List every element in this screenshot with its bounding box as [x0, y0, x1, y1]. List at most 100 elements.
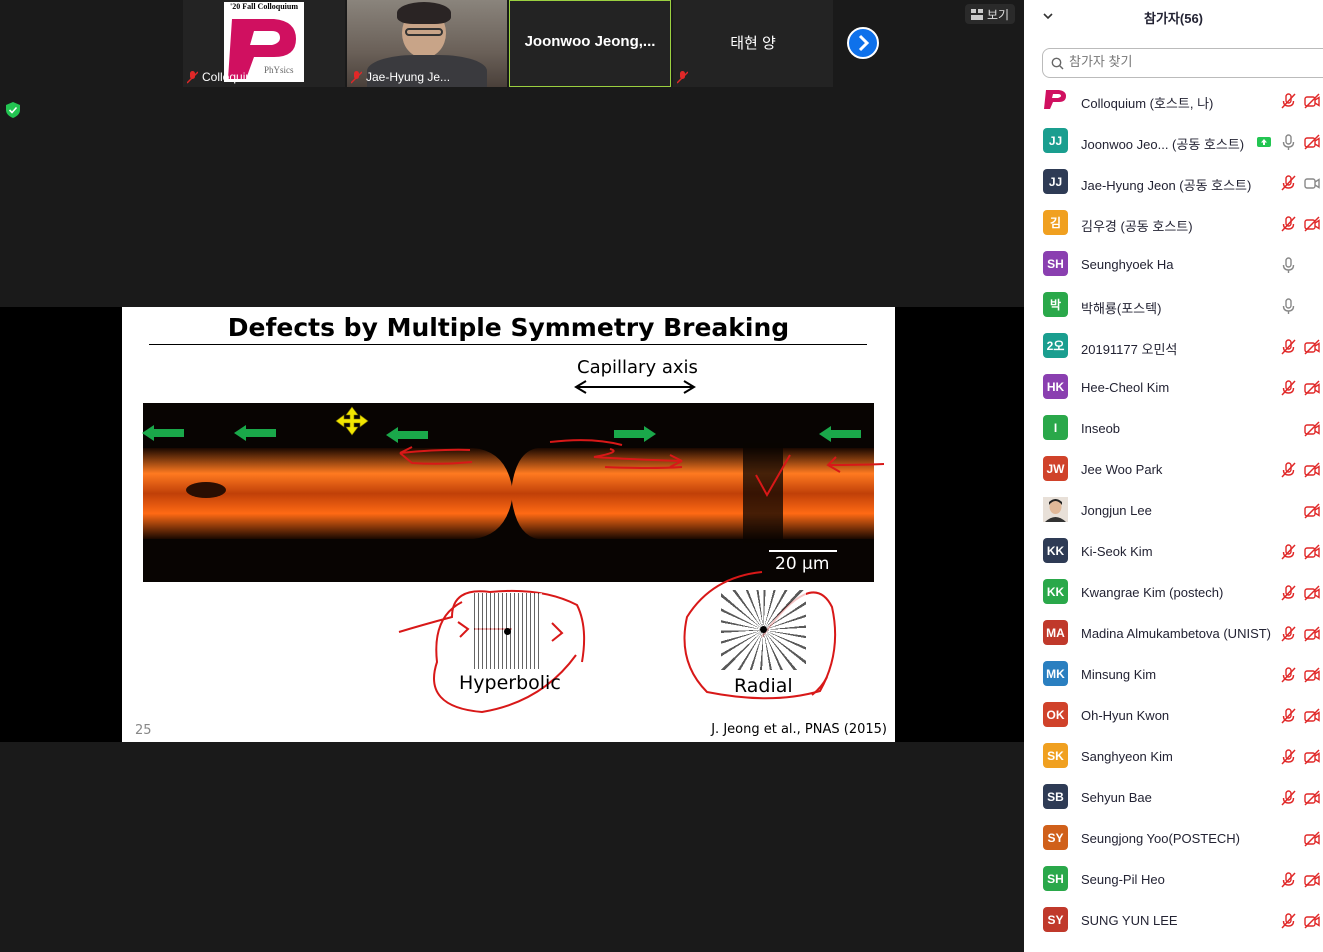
avatar: MK: [1043, 661, 1068, 686]
camera-off-icon[interactable]: [1304, 626, 1320, 642]
avatar-photo: [1043, 497, 1068, 522]
participant-row[interactable]: JW Jee Woo Park: [1024, 450, 1323, 491]
avatar-logo: [1043, 87, 1068, 112]
hyperbolic-label: Hyperbolic: [459, 672, 561, 694]
participant-row[interactable]: 박 박해룡(포스텍): [1024, 286, 1323, 327]
participant-name: Seunghyoek Ha: [1081, 257, 1174, 272]
slide-page: Defects by Multiple Symmetry Breaking Ca…: [122, 307, 895, 742]
participant-row[interactable]: KK Kwangrae Kim (postech): [1024, 573, 1323, 614]
participant-name: Jae-Hyung Jeon (공동 호스트): [1081, 178, 1252, 193]
participant-row[interactable]: JJ Joonwoo Jeo... (공동 호스트): [1024, 122, 1323, 163]
participant-row[interactable]: SK Sanghyeon Kim: [1024, 737, 1323, 778]
mic-icon[interactable]: [1280, 134, 1296, 150]
mic-icon[interactable]: [1280, 298, 1296, 314]
avatar: KK: [1043, 579, 1068, 604]
avatar: SH: [1043, 251, 1068, 276]
camera-off-icon[interactable]: [1304, 93, 1320, 109]
mic-off-icon[interactable]: [1280, 872, 1296, 888]
mic-off-icon: [676, 71, 689, 84]
camera-off-icon[interactable]: [1304, 380, 1320, 396]
mic-off-icon[interactable]: [1280, 913, 1296, 929]
video-thumb-jae-hyung[interactable]: Jae-Hyung Je...: [347, 0, 507, 87]
mic-off-icon[interactable]: [1280, 585, 1296, 601]
participant-name: Seungjong Yoo(POSTECH): [1081, 831, 1240, 846]
camera-off-icon[interactable]: [1304, 421, 1320, 437]
participant-name: 20191177 오민석: [1081, 342, 1178, 357]
mic-off-icon[interactable]: [1280, 790, 1296, 806]
avatar: SK: [1043, 743, 1068, 768]
participant-row[interactable]: SY SUNG YUN LEE: [1024, 901, 1323, 942]
participant-row[interactable]: OK Oh-Hyun Kwon: [1024, 696, 1323, 737]
participant-row[interactable]: 2오 20191177 오민석: [1024, 327, 1323, 368]
mic-off-icon[interactable]: [1280, 544, 1296, 560]
mic-off-icon[interactable]: [1280, 462, 1296, 478]
grid-view-icon: [971, 8, 983, 20]
security-shield-icon[interactable]: [6, 102, 20, 118]
mic-off-icon[interactable]: [1280, 175, 1296, 191]
camera-off-icon[interactable]: [1304, 134, 1320, 150]
thumb-mic-taehyun: [676, 71, 689, 84]
video-thumb-joonwoo[interactable]: Joonwoo Jeong,...: [509, 0, 671, 87]
camera-off-icon[interactable]: [1304, 708, 1320, 724]
camera-off-icon[interactable]: [1304, 544, 1320, 560]
mic-off-icon[interactable]: [1280, 667, 1296, 683]
participant-row[interactable]: JJ Jae-Hyung Jeon (공동 호스트): [1024, 163, 1323, 204]
participant-row[interactable]: Jongjun Lee: [1024, 491, 1323, 532]
camera-off-icon[interactable]: [1304, 585, 1320, 601]
green-arrows: [142, 425, 861, 443]
camera-off-icon[interactable]: [1304, 667, 1320, 683]
participant-row[interactable]: KK Ki-Seok Kim: [1024, 532, 1323, 573]
mic-off-icon[interactable]: [1280, 380, 1296, 396]
camera-off-icon[interactable]: [1304, 339, 1320, 355]
mic-icon[interactable]: [1280, 257, 1296, 273]
view-button[interactable]: 보기: [965, 4, 1016, 24]
camera-off-icon[interactable]: [1304, 749, 1320, 765]
participant-row[interactable]: SB Sehyun Bae: [1024, 778, 1323, 819]
participant-row[interactable]: SY Seungjong Yoo(POSTECH): [1024, 819, 1323, 860]
participant-name: Jee Woo Park: [1081, 462, 1163, 477]
mic-off-icon[interactable]: [1280, 339, 1296, 355]
participant-row[interactable]: SH Seung-Pil Heo: [1024, 860, 1323, 901]
video-thumb-taehyun[interactable]: 태현 양: [673, 0, 833, 87]
participant-row[interactable]: MK Minsung Kim: [1024, 655, 1323, 696]
thumb-name-jae-hyung: Jae-Hyung Je...: [350, 70, 450, 84]
participant-row[interactable]: 김 김우경 (공동 호스트): [1024, 204, 1323, 245]
participant-name: Ki-Seok Kim: [1081, 544, 1153, 559]
participant-row[interactable]: Colloquium (호스트, 나): [1024, 81, 1323, 122]
camera-icon[interactable]: [1304, 175, 1320, 191]
logo-caption: '20 Fall Colloquium: [229, 2, 298, 11]
mic-off-icon[interactable]: [1280, 93, 1296, 109]
video-thumb-colloquium[interactable]: '20 Fall Colloquium PhYsics Colloquium: [183, 0, 345, 87]
chevron-right-icon: [858, 34, 870, 52]
participant-row[interactable]: SH Seunghyoek Ha: [1024, 245, 1323, 286]
mic-off-icon[interactable]: [1280, 749, 1296, 765]
svg-text:PhYsics: PhYsics: [264, 65, 294, 75]
camera-off-icon[interactable]: [1304, 790, 1320, 806]
camera-off-icon[interactable]: [1304, 503, 1320, 519]
search-icon: [1051, 57, 1064, 70]
mic-off-icon[interactable]: [1280, 708, 1296, 724]
avatar: OK: [1043, 702, 1068, 727]
avatar: I: [1043, 415, 1068, 440]
participant-row[interactable]: MA Madina Almukambetova (UNIST): [1024, 614, 1323, 655]
next-page-button[interactable]: [847, 27, 879, 59]
camera-off-icon[interactable]: [1304, 216, 1320, 232]
screen-share-icon: [1256, 134, 1272, 150]
mic-off-icon[interactable]: [1280, 626, 1296, 642]
participant-search[interactable]: [1042, 48, 1323, 78]
camera-off-icon[interactable]: [1304, 913, 1320, 929]
move-cursor-icon: [335, 406, 369, 436]
avatar: JJ: [1043, 169, 1068, 194]
camera-off-icon[interactable]: [1304, 462, 1320, 478]
search-input[interactable]: [1069, 54, 1309, 69]
camera-off-icon[interactable]: [1304, 872, 1320, 888]
participant-name: Joonwoo Jeo... (공동 호스트): [1081, 137, 1245, 152]
thumb-name-taehyun: 태현 양: [730, 35, 776, 52]
camera-off-icon[interactable]: [1304, 831, 1320, 847]
participant-row[interactable]: HK Hee-Cheol Kim: [1024, 368, 1323, 409]
avatar: 2오: [1043, 333, 1068, 358]
mic-off-icon: [350, 70, 363, 84]
mic-off-icon[interactable]: [1280, 216, 1296, 232]
meeting-stage: '20 Fall Colloquium PhYsics Colloquium J…: [0, 0, 1024, 952]
participant-row[interactable]: I Inseob: [1024, 409, 1323, 450]
